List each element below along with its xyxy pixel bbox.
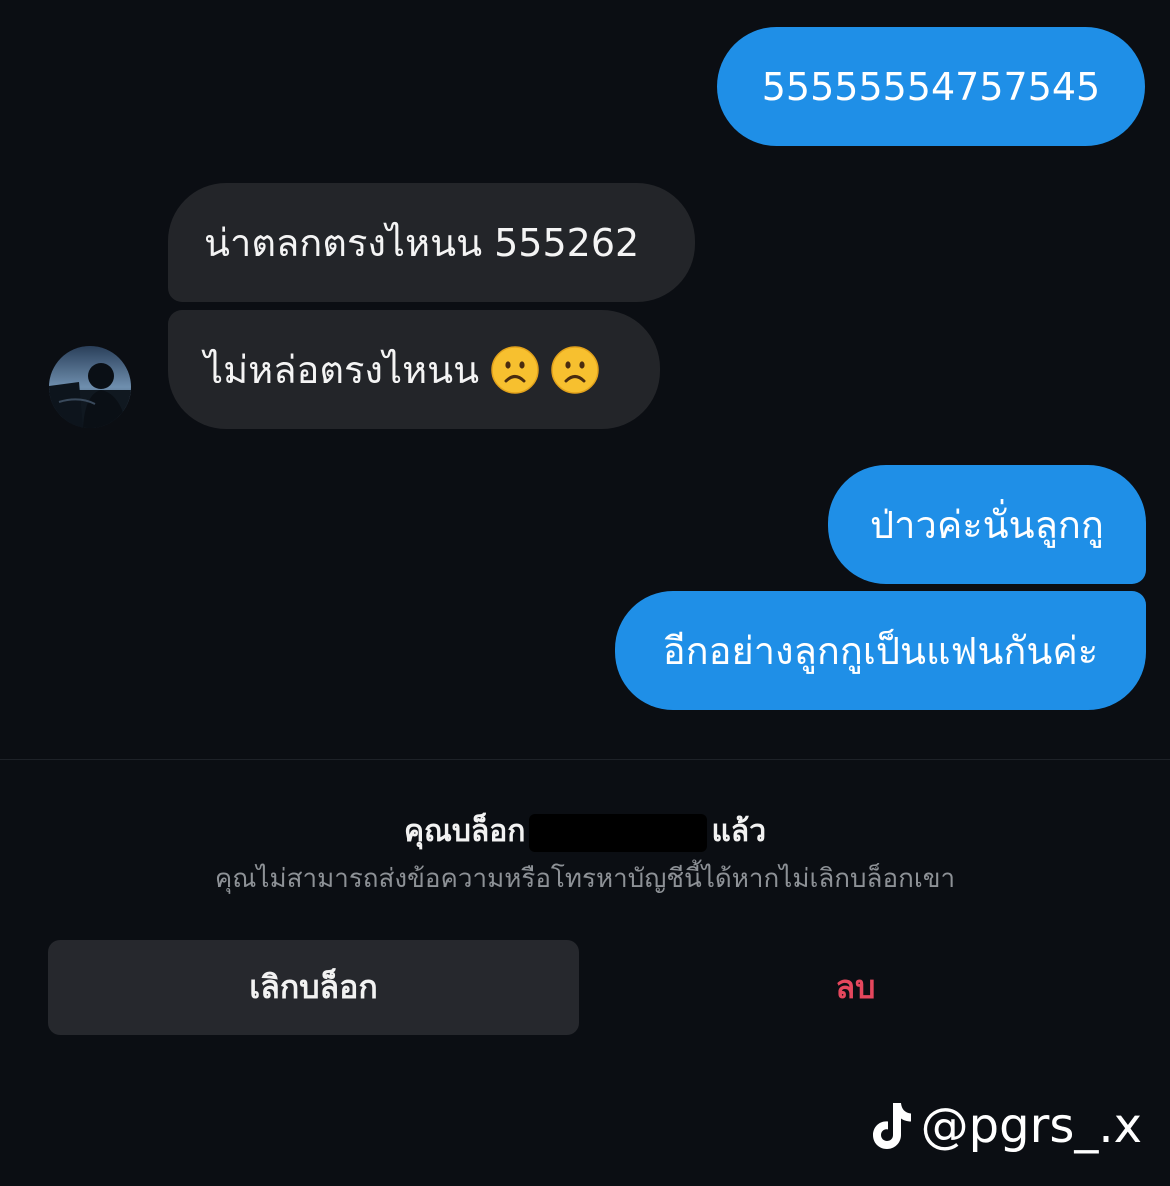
message-text: 55555554757545: [761, 64, 1101, 109]
watermark-handle: @pgrs_.x: [920, 1098, 1142, 1154]
block-notice-title: คุณบล็อก แล้ว: [0, 808, 1170, 855]
redacted-username: [529, 813, 708, 852]
block-title-suffix: แล้ว: [711, 814, 767, 849]
block-title-prefix: คุณบล็อก: [403, 814, 526, 849]
message-text: น่าตลกตรงไหนน 555262: [204, 220, 640, 265]
message-text: ไม่หล่อตรงไหนน: [204, 347, 480, 392]
unblock-button[interactable]: เลิกบล็อก: [48, 940, 579, 1035]
unblock-button-label: เลิกบล็อก: [249, 968, 378, 1006]
delete-button-label: ลบ: [835, 968, 876, 1006]
message-bubble-sent[interactable]: อีกอย่างลูกกูเป็นแฟนกันค่ะ: [615, 591, 1146, 710]
chat-screen: 55555554757545 น่าตลกตรงไหนน 555262 ไม่ห…: [0, 0, 1170, 1186]
message-bubble-sent[interactable]: 55555554757545: [717, 27, 1145, 146]
delete-button[interactable]: ลบ: [590, 940, 1121, 1035]
frowning-face-emoji: [551, 345, 599, 394]
divider: [0, 759, 1170, 760]
tiktok-icon: [872, 1103, 911, 1149]
avatar-image: [49, 346, 131, 428]
message-bubble-received[interactable]: น่าตลกตรงไหนน 555262: [168, 183, 695, 302]
message-bubble-sent[interactable]: ป่าวค่ะนั่นลูกกู: [828, 465, 1146, 584]
message-text: อีกอย่างลูกกูเป็นแฟนกันค่ะ: [662, 628, 1099, 673]
avatar[interactable]: [49, 346, 131, 428]
frowning-face-emoji: [491, 345, 539, 394]
block-notice-subtitle: คุณไม่สามารถส่งข้อความหรือโทรหาบัญชีนี้ไ…: [214, 864, 956, 894]
tiktok-watermark: @pgrs_.x: [869, 1098, 1142, 1154]
message-text: ป่าวค่ะนั่นลูกกู: [870, 502, 1104, 547]
message-bubble-received[interactable]: ไม่หล่อตรงไหนน: [168, 310, 660, 429]
